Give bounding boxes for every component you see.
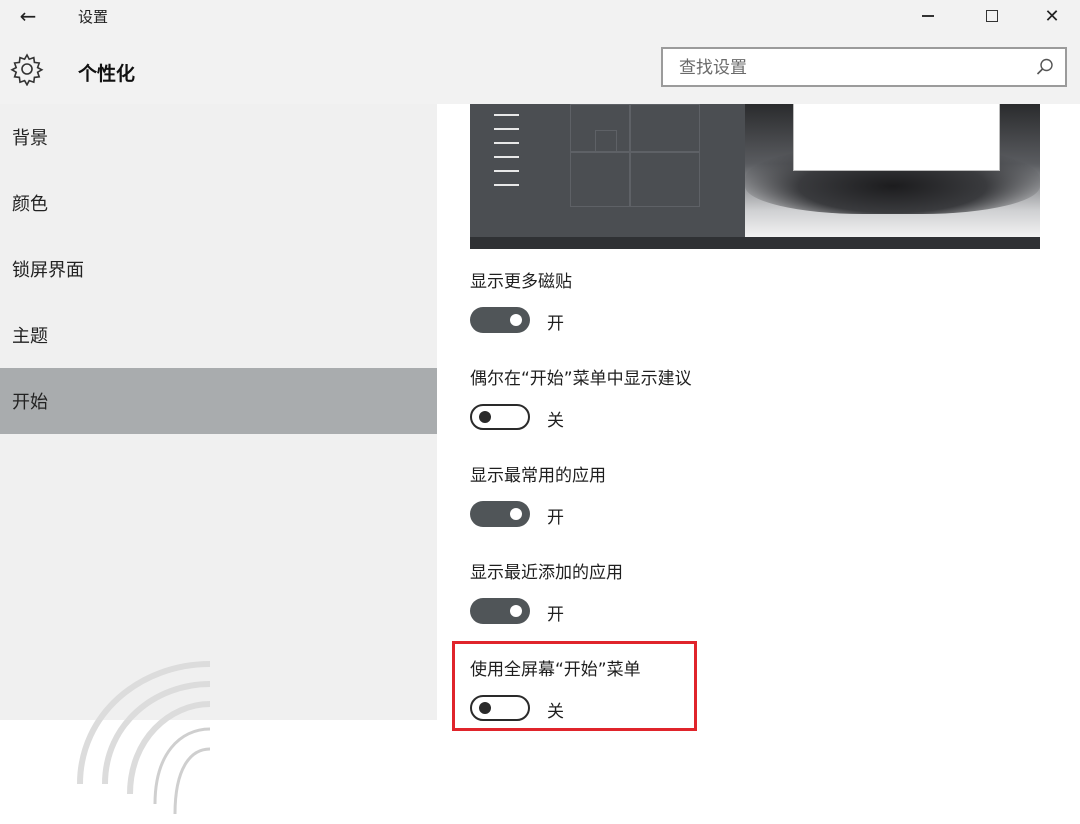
sidebar-item-label: 主题 [12,326,48,347]
close-icon: ✕ [1044,5,1060,27]
toggle-knob [479,411,491,423]
sidebar-item-themes[interactable]: 主题 [0,302,437,368]
preview-taskbar [470,237,1040,249]
maximize-button[interactable] [960,0,1024,32]
decorative-swirl-image [77,661,210,815]
preview-line [494,156,519,158]
minimize-icon [922,15,934,17]
toggle-knob [510,314,522,326]
start-preview-image [470,104,1040,249]
preview-window [793,104,1000,171]
window-title: 设置 [78,8,109,26]
highlight-box [452,641,697,731]
setting-title: 显示最常用的应用 [470,466,606,486]
gear-icon [10,53,44,86]
preview-line [494,170,519,172]
back-button[interactable]: ← [14,4,42,28]
page-title: 个性化 [78,63,136,85]
toggle-knob [510,605,522,617]
toggle-state-label: 关 [547,411,564,431]
close-button[interactable]: ✕ [1024,0,1080,32]
page-header: 个性化 [0,32,1080,104]
setting-title: 显示最近添加的应用 [470,563,623,583]
arrow-left-icon: ← [19,4,37,28]
toggle-state-label: 开 [547,508,564,528]
preview-line [494,184,519,186]
sidebar-item-label: 锁屏界面 [12,260,84,281]
preview-line [494,142,519,144]
setting-title: 显示更多磁贴 [470,272,572,292]
preview-tile [595,130,617,152]
sidebar-item-colors[interactable]: 颜色 [0,170,437,236]
preview-tile [570,152,630,207]
main-content: 显示更多磁贴 开 偶尔在“开始”菜单中显示建议 关 显示最常用的应用 开 显示最… [437,104,1080,722]
toggle-state-label: 开 [547,314,564,334]
preview-line [494,114,519,116]
toggle-knob [510,508,522,520]
sidebar: 背景 颜色 锁屏界面 主题 开始 [0,104,437,815]
maximize-icon [986,10,998,22]
sidebar-item-background[interactable]: 背景 [0,104,437,170]
toggle-state-label: 开 [547,605,564,625]
toggle-most-used-apps[interactable] [470,501,530,527]
toggle-recently-added-apps[interactable] [470,598,530,624]
search-input[interactable] [677,55,1021,81]
sidebar-item-start[interactable]: 开始 [0,368,437,434]
minimize-button[interactable] [896,0,960,32]
title-bar: ← 设置 ✕ [0,0,1080,32]
preview-tile [630,104,700,152]
sidebar-item-label: 背景 [12,128,48,149]
toggle-show-suggestions[interactable] [470,404,530,430]
sidebar-item-label: 颜色 [12,194,48,215]
sidebar-item-label: 开始 [12,392,48,413]
search-box[interactable] [661,47,1067,87]
preview-start-panel [470,104,745,237]
search-icon[interactable] [1035,57,1055,77]
setting-title: 偶尔在“开始”菜单中显示建议 [470,369,692,389]
preview-tile [630,152,700,207]
toggle-show-more-tiles[interactable] [470,307,530,333]
preview-line [494,128,519,130]
preview-desktop [745,104,1040,237]
sidebar-item-lock-screen[interactable]: 锁屏界面 [0,236,437,302]
